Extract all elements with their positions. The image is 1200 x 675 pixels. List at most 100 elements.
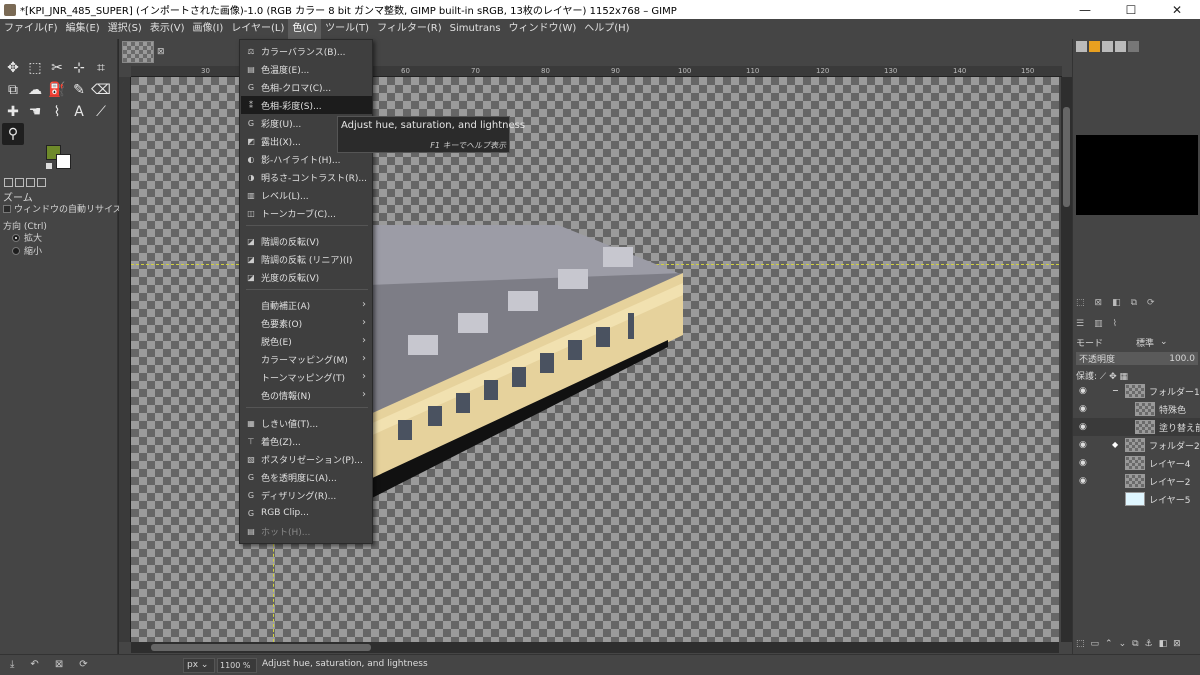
menu-item-rgb-clip[interactable]: G RGB Clip... [241,504,372,522]
layer-name[interactable]: 塗り替え前 [1159,421,1200,434]
collapse-icon[interactable]: − [1112,386,1120,395]
menu-item-hue-saturation[interactable]: ⁑ 色相-彩度(S)... [241,96,372,114]
zoom-out-radio[interactable]: 縮小 [12,244,42,257]
menu-item-colorize[interactable]: ⊤ 着色(Z)... [241,432,372,450]
new-layer-icon[interactable]: ⬚ [1076,639,1085,649]
rect-select-tool-icon[interactable]: ⬚ [24,57,46,79]
anchor-layer-icon[interactable]: ⚓ [1145,639,1153,649]
menu-item-invert[interactable]: ◪ 階調の反転(V) [241,232,372,250]
channels-tab-icon[interactable]: ▥ [1094,319,1103,329]
menu-colors[interactable]: 色(C) [288,19,322,39]
paths-tab-icon[interactable]: ⌇ [1113,319,1117,329]
layer-name[interactable]: レイヤー2 [1149,475,1190,488]
brushes-tab-icon[interactable] [1076,41,1087,52]
visibility-eye-icon[interactable]: ◉ [1079,458,1089,468]
tool-options-tab-icon[interactable] [4,177,13,187]
menu-item-color-temperature[interactable]: ▤ 色温度(E)... [241,60,372,78]
vertical-ruler[interactable] [119,77,131,642]
close-button[interactable]: ✕ [1154,0,1200,19]
menu-simutrans[interactable]: Simutrans [446,19,505,39]
duplicate-brush-icon[interactable]: ⧉ [1131,298,1137,308]
checkbox-box[interactable] [3,204,11,213]
menu-item-threshold[interactable]: ▦ しきい値(T)... [241,414,372,432]
menu-item-linear-invert[interactable]: ◪ 階調の反転 (リニア)(I) [241,250,372,268]
menu-select[interactable]: 選択(S) [104,19,146,39]
color-picker-tool-icon[interactable]: ⟋ [90,101,112,123]
lock-alpha-icon[interactable]: ▦ [1120,372,1129,382]
paintbrush-tool-icon[interactable]: ✎ [68,79,90,101]
fonts-tab-icon[interactable] [1102,41,1113,52]
menu-help[interactable]: ヘルプ(H) [580,19,633,39]
reset-colors-icon[interactable] [46,163,52,169]
radio-dot[interactable] [12,233,20,242]
crop-tool-icon[interactable]: ⌗ [90,57,112,79]
delete-layer-icon[interactable]: ⊠ [1173,639,1181,649]
menu-tools[interactable]: ツール(T) [321,19,373,39]
image-tab-thumbnail[interactable] [122,41,154,63]
heal-tool-icon[interactable]: ✚ [2,101,24,123]
layer-row[interactable]: ◉ レイヤー4 [1073,454,1200,472]
horizontal-scrollbar[interactable] [131,642,1059,653]
menu-item-curves[interactable]: ◫ トーンカーブ(C)... [241,204,372,222]
paths-tool-icon[interactable]: ⌇ [46,101,68,123]
move-tool-icon[interactable]: ✥ [2,57,24,79]
menu-item-tone-mapping[interactable]: トーンマッピング(T) › [241,368,372,386]
smudge-tool-icon[interactable]: ☚ [24,101,46,123]
eraser-tool-icon[interactable]: ⌫ [90,79,112,101]
menu-item-map[interactable]: カラーマッピング(M) › [241,350,372,368]
color-swatches[interactable] [46,145,74,173]
zoom-tool-icon[interactable]: ⚲ [2,123,24,145]
minimize-button[interactable]: — [1062,0,1108,19]
fuzzy-select-tool-icon[interactable]: ⊹ [68,57,90,79]
auto-resize-checkbox[interactable]: ウィンドウの自動リサイズ [3,202,122,215]
mode-select[interactable]: 標準 [1136,336,1154,349]
palettes-tab-icon[interactable] [1128,41,1139,52]
free-select-tool-icon[interactable]: ✂ [46,57,68,79]
mask-layer-icon[interactable]: ◧ [1159,639,1168,649]
refresh-icon[interactable]: ⟳ [79,659,87,670]
background-color[interactable] [56,154,71,169]
transform-tool-icon[interactable]: ⧉ [2,79,24,101]
menu-item-components[interactable]: 色要素(O) › [241,314,372,332]
menu-image[interactable]: 画像(I) [189,19,228,39]
delete-icon[interactable]: ⊠ [55,659,63,670]
menu-item-brightness-contrast[interactable]: ◑ 明るさ-コントラスト(R)... [241,168,372,186]
device-status-tab-icon[interactable] [15,177,24,187]
menu-item-desaturate[interactable]: 脱色(E) › [241,332,372,350]
menu-file[interactable]: ファイル(F) [0,19,62,39]
expand-icon[interactable]: ◆ [1112,440,1120,449]
pointer-icon[interactable]: ⤓ [10,659,14,670]
menu-filters[interactable]: フィルター(R) [373,19,446,39]
layer-name[interactable]: フォルダー2 [1149,439,1200,452]
menu-item-info[interactable]: 色の情報(N) › [241,386,372,404]
radio-dot[interactable] [12,246,20,255]
layer-row[interactable]: レイヤー5 [1073,490,1200,508]
patterns-tab-icon[interactable] [1089,41,1100,52]
layer-name[interactable]: レイヤー4 [1149,457,1190,470]
undo-history-tab-icon[interactable] [26,177,35,187]
vertical-scrollbar[interactable] [1061,77,1072,642]
duplicate-layer-icon[interactable]: ⧉ [1132,639,1138,649]
refresh-brushes-icon[interactable]: ⟳ [1147,298,1155,308]
unit-select[interactable]: px ⌄ [183,658,215,673]
layer-name[interactable]: 特殊色 [1159,403,1186,416]
lock-position-icon[interactable]: ✥ [1109,372,1117,382]
layer-row[interactable]: ◉ − フォルダー1 [1073,382,1200,400]
scroll-thumb[interactable] [151,644,371,651]
visibility-eye-icon[interactable]: ◉ [1079,422,1089,432]
layer-name[interactable]: フォルダー1 [1149,385,1200,398]
chevron-down-icon[interactable]: ⌄ [1160,337,1168,347]
edit-brush-icon[interactable]: ◧ [1112,298,1121,308]
menu-windows[interactable]: ウィンドウ(W) [505,19,581,39]
zoom-in-radio[interactable]: 拡大 [12,231,42,244]
undo-icon[interactable]: ↶ [30,659,38,670]
menu-item-posterize[interactable]: ▧ ポスタリゼーション(P)... [241,450,372,468]
images-tab-icon[interactable] [37,177,46,187]
opacity-slider[interactable]: 不透明度 100.0 [1076,352,1198,365]
close-image-tab-icon[interactable]: ⊠ [157,47,165,57]
menu-layer[interactable]: レイヤー(L) [227,19,288,39]
scroll-thumb[interactable] [1063,107,1070,207]
layer-row[interactable]: ◉ レイヤー2 [1073,472,1200,490]
menu-item-color-balance[interactable]: ⚖ カラーバランス(B)... [241,42,372,60]
maximize-button[interactable]: ☐ [1108,0,1154,19]
